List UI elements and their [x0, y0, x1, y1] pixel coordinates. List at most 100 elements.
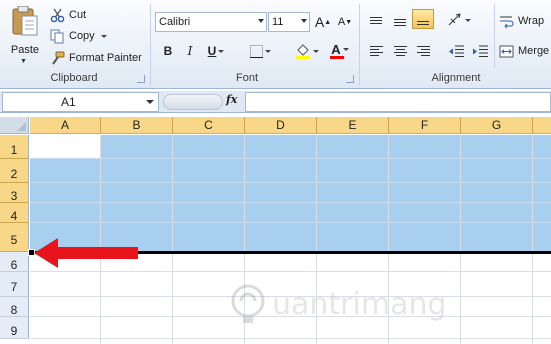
clipboard-dialog-launcher-icon[interactable]: [137, 75, 145, 83]
bold-button[interactable]: B: [160, 41, 176, 61]
chevron-down-icon[interactable]: [264, 49, 271, 53]
copy-button[interactable]: Copy: [50, 27, 107, 45]
wrap-text-button[interactable]: Wrap: [499, 12, 544, 30]
column-header-c[interactable]: C: [173, 117, 245, 134]
formula-input[interactable]: [245, 92, 551, 112]
chevron-down-icon[interactable]: [258, 19, 264, 23]
align-right-button[interactable]: [412, 41, 434, 61]
font-name-combo[interactable]: Calibri: [155, 12, 267, 32]
chevron-down-icon[interactable]: [301, 19, 307, 23]
grow-font-icon: A: [314, 14, 325, 30]
italic-button[interactable]: I: [182, 41, 198, 61]
orientation-button[interactable]: [445, 10, 473, 30]
column-header-b[interactable]: B: [101, 117, 173, 134]
gridline-vertical: [172, 135, 173, 344]
font-size-value: 11: [272, 16, 284, 28]
worksheet-grid[interactable]: ABCDEFG 123456789 uantrimang: [0, 117, 551, 344]
bottom-align-button[interactable]: [412, 9, 434, 29]
row-header-5[interactable]: 5: [0, 223, 29, 252]
chevron-down-icon[interactable]: [313, 49, 319, 53]
font-dialog-launcher-icon[interactable]: [346, 75, 354, 83]
column-header-f[interactable]: F: [389, 117, 461, 134]
formula-bar-splitter[interactable]: [163, 94, 223, 110]
chevron-down-icon[interactable]: [146, 100, 154, 104]
insert-function-button[interactable]: fx: [226, 93, 237, 106]
gridline-vertical: [460, 135, 461, 344]
row-header-7[interactable]: 7: [0, 272, 29, 297]
row-header-2[interactable]: 2: [0, 159, 29, 183]
paste-button[interactable]: Paste ▼: [6, 4, 44, 66]
ribbon: Paste ▼ Cut Copy Format Painter Clipboar…: [0, 0, 551, 89]
shrink-font-icon: A: [337, 16, 346, 28]
row-header-3[interactable]: 3: [0, 183, 29, 203]
chevron-down-icon[interactable]: [100, 34, 107, 38]
decrease-indent-icon: [449, 45, 464, 57]
underline-icon: U: [207, 44, 217, 58]
select-all-button[interactable]: [0, 117, 29, 134]
chevron-down-icon[interactable]: [218, 49, 225, 53]
merge-label: Merge: [518, 45, 550, 57]
font-size-combo[interactable]: 11: [268, 12, 310, 32]
format-painter-button[interactable]: Format Painter: [50, 49, 142, 67]
clipboard-group-label: Clipboard: [50, 72, 98, 84]
top-align-button[interactable]: [365, 10, 387, 30]
font-color-bar: [330, 56, 344, 59]
middle-align-icon: [394, 18, 406, 26]
row-header-4[interactable]: 4: [0, 203, 29, 223]
row-header-6[interactable]: 6: [0, 252, 29, 272]
watermark-text: uantrimang: [272, 287, 447, 322]
chevron-down-icon[interactable]: [342, 48, 349, 51]
font-color-button[interactable]: A: [326, 41, 354, 61]
italic-icon: I: [187, 44, 193, 58]
middle-align-button[interactable]: [389, 10, 411, 30]
gridline-horizontal: [30, 182, 551, 183]
bold-icon: B: [163, 44, 173, 58]
paste-icon: [12, 6, 38, 36]
row-header-8[interactable]: 8: [0, 297, 29, 317]
active-cell-a1[interactable]: [30, 135, 101, 159]
wrap-text-icon: [500, 16, 514, 28]
underline-button[interactable]: U: [204, 41, 228, 61]
chevron-down-icon[interactable]: [465, 18, 471, 22]
borders-button[interactable]: [247, 41, 273, 61]
lightbulb-logo-icon: [231, 284, 265, 323]
fill-color-button[interactable]: [292, 41, 322, 61]
gridline-horizontal: [30, 338, 551, 339]
increase-indent-icon: [473, 45, 488, 57]
gridline-vertical: [532, 135, 533, 344]
column-header-a[interactable]: A: [30, 117, 101, 134]
column-header-g[interactable]: G: [461, 117, 533, 134]
merge-button[interactable]: Merge: [499, 42, 549, 60]
column-header-e[interactable]: E: [317, 117, 389, 134]
gridline-horizontal: [30, 222, 551, 223]
chevron-down-icon[interactable]: ▼: [20, 58, 27, 65]
select-all-triangle-icon: [17, 122, 26, 131]
name-box[interactable]: A1: [2, 92, 159, 112]
group-separator: [150, 4, 151, 86]
shrink-font-button[interactable]: A ▼: [336, 12, 354, 32]
merge-icon: [499, 45, 514, 57]
increase-indent-button[interactable]: [469, 41, 491, 61]
paste-label: Paste: [10, 44, 40, 56]
bottom-align-icon: [417, 21, 429, 25]
copy-label: Copy: [69, 30, 95, 42]
name-box-value: A1: [61, 95, 76, 109]
align-center-icon: [393, 46, 407, 56]
gridline-horizontal: [30, 158, 551, 159]
grow-font-button[interactable]: A ▲: [314, 12, 332, 32]
column-header-d[interactable]: D: [245, 117, 317, 134]
align-center-button[interactable]: [389, 41, 411, 61]
gridline-horizontal: [30, 271, 551, 272]
row-header-9[interactable]: 9: [0, 317, 29, 339]
cut-button[interactable]: Cut: [50, 6, 86, 24]
row-header-1[interactable]: 1: [0, 135, 29, 159]
group-separator: [494, 4, 495, 68]
watermark: uantrimang: [228, 283, 458, 333]
decrease-indent-button[interactable]: [445, 41, 467, 61]
align-left-button[interactable]: [365, 41, 387, 61]
column-header-partial[interactable]: [533, 117, 551, 134]
row-selection-highlight: [30, 135, 551, 252]
font-name-value: Calibri: [159, 16, 191, 28]
fill-bucket-icon: [296, 44, 310, 59]
copy-icon: [50, 29, 64, 43]
